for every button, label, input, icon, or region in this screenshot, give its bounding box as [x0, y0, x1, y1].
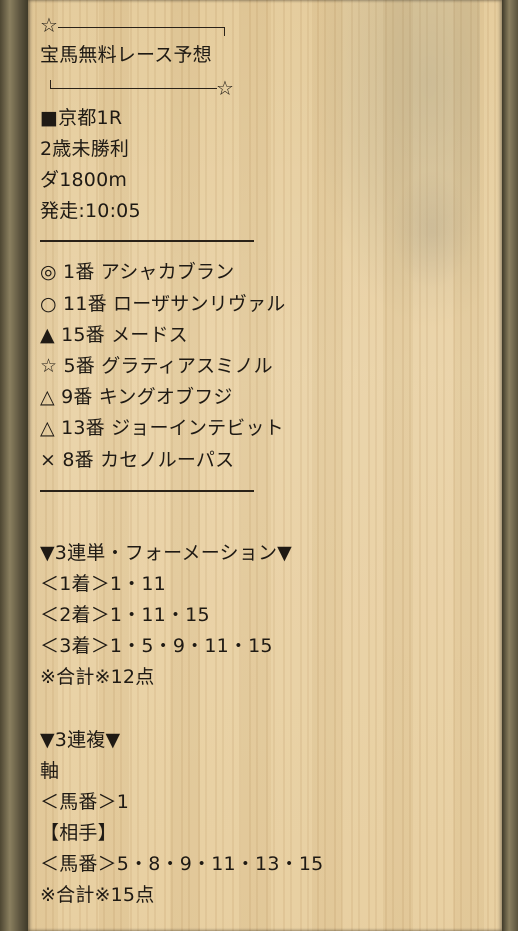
pick-row: ◎ 1番 アシャカブラン: [40, 260, 234, 284]
title-bracket-bottom: [50, 80, 217, 89]
pick-text: 11番 ローザサンリヴァル: [63, 293, 286, 315]
pick-text: 1番 アシャカブラン: [63, 261, 235, 283]
race-venue: ■京都1R: [40, 107, 123, 129]
pick-mark: ◎: [40, 261, 57, 283]
trio-total: ※合計※15点: [40, 884, 155, 906]
pick-row: ☆ 5番 グラティアスミノル: [40, 354, 273, 378]
pick-mark: ▲: [40, 324, 55, 346]
pick-row: ○ 11番 ローザサンリヴァル: [40, 292, 285, 316]
race-class: 2歳未勝利: [40, 138, 130, 160]
pick-row: △ 13番 ジョーインテビット: [40, 416, 284, 440]
star-right-icon: ☆: [216, 76, 234, 100]
trifecta-second: ＜2着＞1・11・15: [40, 604, 210, 626]
divider-1: [40, 240, 254, 242]
right-frame: [502, 0, 518, 931]
pick-mark: ×: [40, 449, 57, 471]
pick-row: × 8番 カセノルーパス: [40, 448, 234, 472]
pick-text: 13番 ジョーインテビット: [61, 417, 284, 439]
race-course: ダ1800m: [40, 169, 128, 191]
pick-mark: ○: [40, 293, 57, 315]
left-frame: [0, 0, 28, 931]
pick-mark: △: [40, 386, 55, 408]
trifecta-total: ※合計※12点: [40, 666, 155, 688]
trio-axis-label: 軸: [40, 760, 60, 782]
trifecta-first: ＜1着＞1・11: [40, 573, 166, 595]
page-title: 宝馬無料レース予想: [40, 44, 212, 66]
trio-heading: ▼3連複▼: [40, 729, 121, 751]
background-stamp: [392, 170, 472, 290]
trio-partners: ＜馬番＞5・8・9・11・13・15: [40, 853, 324, 875]
pick-mark: ☆: [40, 355, 58, 377]
trifecta-heading: ▼3連単・フォーメーション▼: [40, 542, 292, 564]
pick-text: 8番 カセノルーパス: [62, 449, 235, 471]
trio-partner-label: 【相手】: [40, 822, 117, 844]
divider-2: [40, 490, 254, 492]
star-left-icon: ☆: [40, 13, 58, 37]
pick-text: 5番 グラティアスミノル: [63, 355, 273, 377]
pick-text: 15番 メードス: [61, 324, 188, 346]
race-start-time: 発走:10:05: [40, 200, 141, 222]
pick-mark: △: [40, 417, 55, 439]
title-bracket-top: [58, 27, 225, 36]
trio-axis: ＜馬番＞1: [40, 791, 130, 813]
pick-row: ▲ 15番 メードス: [40, 323, 188, 347]
pick-text: 9番 キングオブフジ: [61, 386, 233, 408]
trifecta-third: ＜3着＞1・5・9・11・15: [40, 635, 273, 657]
pick-row: △ 9番 キングオブフジ: [40, 385, 233, 409]
